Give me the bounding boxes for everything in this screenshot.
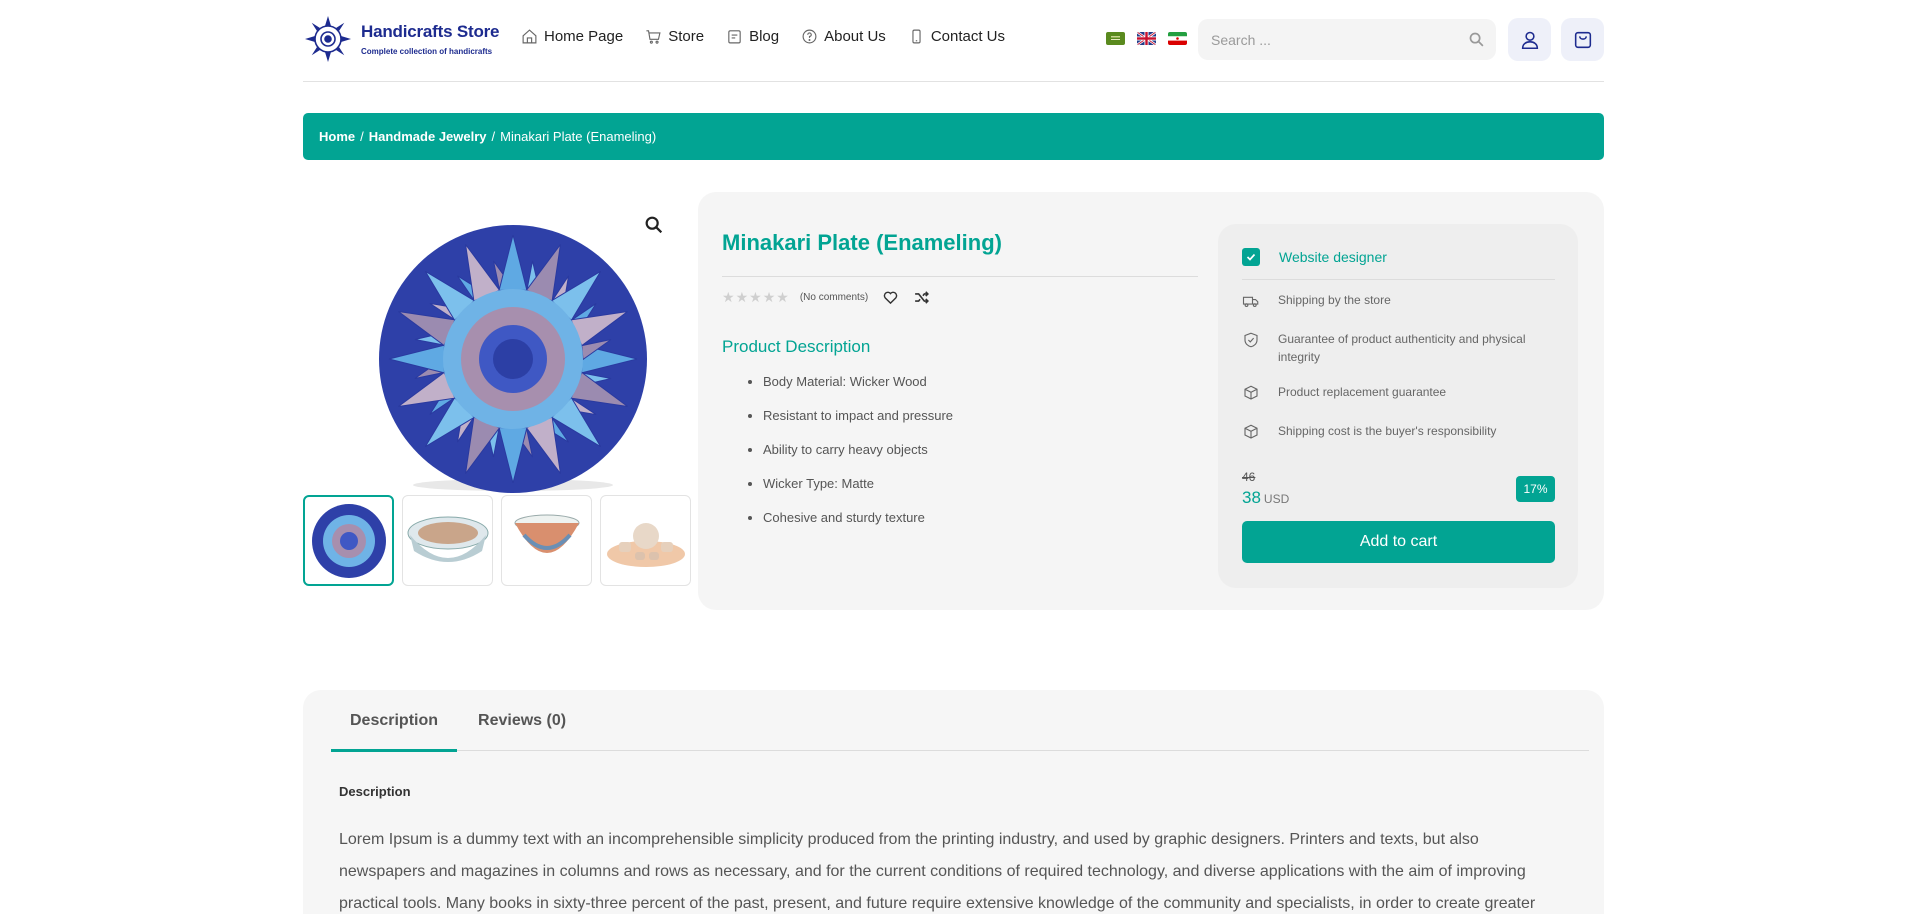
service-item: Shipping by the store (1242, 291, 1552, 310)
breadcrumb-separator: / (360, 129, 364, 144)
magnifier-icon (645, 216, 663, 234)
feature-item: Wicker Type: Matte (763, 474, 953, 508)
star-icon[interactable]: ★ (763, 289, 776, 306)
search-input[interactable] (1198, 19, 1456, 60)
breadcrumb: Home / Handmade Jewelry / Minakari Plate… (303, 113, 1604, 160)
add-to-cart-button[interactable]: Add to cart (1242, 521, 1555, 563)
star-icon[interactable]: ★ (776, 289, 789, 306)
service-text: Shipping cost is the buyer's responsibil… (1278, 424, 1497, 438)
check-icon (1242, 248, 1260, 266)
product-title: Minakari Plate (Enameling) (722, 230, 1002, 255)
star-icon[interactable]: ★ (722, 289, 735, 306)
star-icon[interactable]: ★ (749, 289, 762, 306)
thumbnail-bowl-deep[interactable] (501, 495, 592, 586)
tab-description[interactable]: Description (331, 690, 458, 752)
box-icon (1244, 424, 1258, 439)
phone-icon (912, 29, 921, 44)
rating-row: ★ ★ ★ ★ ★ (No comments) (722, 289, 930, 306)
service-item: Product replacement guarantee (1242, 383, 1552, 402)
feature-item: Resistant to impact and pressure (763, 406, 953, 440)
breadcrumb-home[interactable]: Home (319, 129, 355, 144)
search-icon (1469, 32, 1483, 47)
nav-store[interactable]: Store (645, 28, 704, 45)
user-icon (1521, 31, 1538, 49)
home-icon (522, 29, 537, 44)
logo-text: Handicrafts Store Complete collection of… (361, 22, 500, 56)
breadcrumb-category[interactable]: Handmade Jewelry (369, 129, 487, 144)
site-header: Handicrafts Store Complete collection of… (303, 0, 1604, 82)
price-value: 38 (1242, 488, 1261, 507)
nav-label: Contact Us (930, 28, 1006, 45)
search-box (1198, 19, 1496, 60)
nav-home[interactable]: Home Page (521, 28, 623, 45)
feature-item: Cohesive and sturdy texture (763, 508, 953, 542)
flag-uk-icon[interactable] (1137, 32, 1156, 45)
breadcrumb-separator: / (491, 129, 496, 144)
cart-button[interactable] (1561, 18, 1604, 61)
flag-saudi-icon[interactable] (1106, 32, 1125, 45)
service-item: Guarantee of product authenticity and ph… (1242, 330, 1552, 366)
feature-item: Ability to carry heavy objects (763, 440, 953, 474)
logo[interactable]: Handicrafts Store Complete collection of… (303, 14, 500, 64)
breadcrumb-current: Minakari Plate (Enameling) (500, 129, 657, 144)
shopping-bag-icon (1574, 31, 1591, 48)
description-heading: Description (339, 784, 411, 799)
nav-contact[interactable]: Contact Us (908, 28, 1005, 45)
nav-label: Home Page (544, 28, 624, 45)
comments-count[interactable]: (No comments) (800, 292, 868, 303)
currency: USD (1263, 492, 1290, 506)
divider (1242, 279, 1555, 280)
seller-name: Website designer (1279, 249, 1387, 265)
thumbnail-tea-set[interactable] (600, 495, 691, 586)
nav-label: Blog (749, 28, 780, 45)
product-description-title: Product Description (722, 337, 871, 356)
thumbnail-plate[interactable] (303, 495, 394, 586)
search-button[interactable] (1456, 31, 1496, 48)
zoom-button[interactable] (643, 214, 665, 241)
tab-reviews[interactable]: Reviews (0) (459, 690, 585, 751)
seller-row: Website designer (1242, 248, 1387, 266)
service-text: Product replacement guarantee (1278, 385, 1447, 399)
service-item: Shipping cost is the buyer's responsibil… (1242, 422, 1552, 441)
tab-bar: Description Reviews (0) (331, 690, 1589, 752)
thumbnail-bowl-shallow[interactable] (402, 495, 493, 586)
nav-about[interactable]: About Us (801, 28, 886, 45)
star-icon[interactable]: ★ (736, 289, 749, 306)
flag-iran-icon[interactable] (1168, 32, 1187, 45)
feature-list: Body Material: Wicker Wood Resistant to … (763, 372, 953, 542)
product-main-image[interactable] (303, 193, 691, 493)
service-text: Guarantee of product authenticity and ph… (1278, 332, 1526, 364)
price: 38 USD (1242, 488, 1289, 508)
logo-subtitle: Complete collection of handicrafts (361, 47, 493, 56)
product-tabs-section: Description Reviews (0) Description Lore… (303, 690, 1604, 914)
shuffle-compare-icon[interactable] (913, 289, 930, 306)
divider (722, 276, 1198, 277)
shield-check-icon (1244, 332, 1258, 348)
cart-icon (646, 30, 661, 44)
account-button[interactable] (1508, 18, 1551, 61)
logo-title: Handicrafts Store (361, 22, 500, 41)
feature-item: Body Material: Wicker Wood (763, 372, 953, 406)
nav-blog[interactable]: Blog (726, 28, 779, 45)
language-switcher (1106, 32, 1199, 45)
box-replace-icon (1244, 385, 1258, 400)
product-panel: Minakari Plate (Enameling) ★ ★ ★ ★ ★ (No… (698, 192, 1604, 610)
heart-icon[interactable] (882, 289, 899, 306)
old-price: 46 (1242, 470, 1256, 484)
mandala-logo-icon (305, 16, 351, 62)
question-icon (802, 29, 817, 44)
description-text: Lorem Ipsum is a dummy text with an inco… (339, 831, 1536, 912)
service-text: Shipping by the store (1278, 293, 1391, 307)
discount-badge: 17% (1516, 476, 1555, 502)
nav-label: About Us (824, 28, 886, 45)
blog-icon (728, 30, 741, 44)
main-nav: Home Page Store Blog About Us Contact Us (521, 28, 1027, 45)
thumbnail-strip (303, 495, 699, 586)
purchase-card: Website designer Shipping by the store G… (1218, 224, 1578, 588)
nav-label: Store (668, 28, 705, 45)
truck-icon (1242, 296, 1259, 308)
